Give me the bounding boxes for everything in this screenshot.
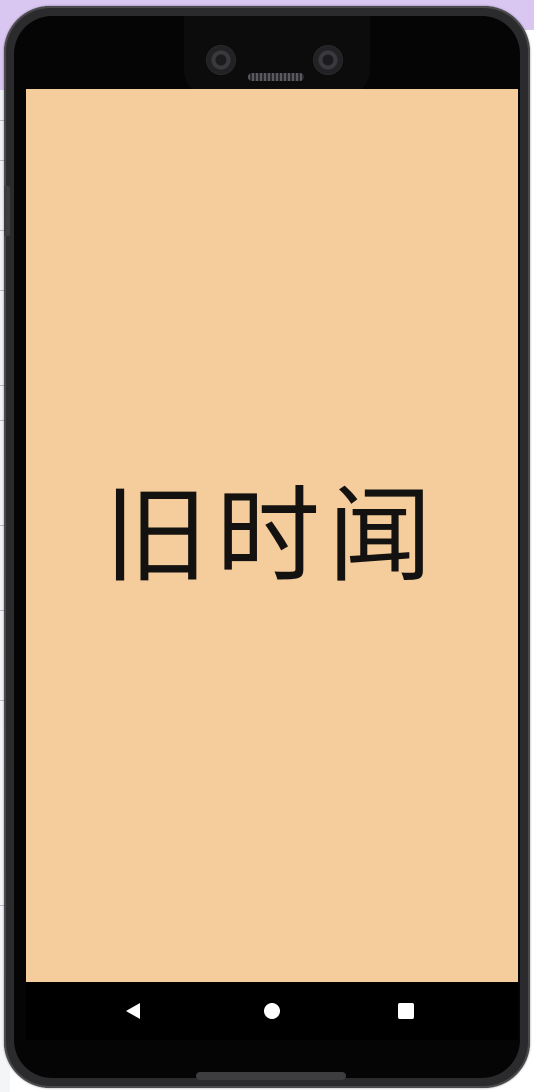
front-camera-icon [314, 46, 342, 74]
home-icon [264, 1003, 280, 1019]
recents-button[interactable] [391, 996, 421, 1026]
notch [184, 16, 370, 96]
power-button [4, 186, 10, 236]
app-title: 旧时闻 [103, 475, 440, 597]
navigation-bar [26, 982, 518, 1040]
back-icon [126, 1003, 140, 1019]
recents-icon [398, 1003, 414, 1019]
front-camera-icon [207, 46, 235, 74]
home-button[interactable] [257, 996, 287, 1026]
earpiece-speaker [248, 73, 304, 81]
phone-bottom-bar [196, 1072, 346, 1080]
back-button[interactable] [118, 996, 148, 1026]
app-screen[interactable]: 旧时闻 [26, 89, 518, 982]
